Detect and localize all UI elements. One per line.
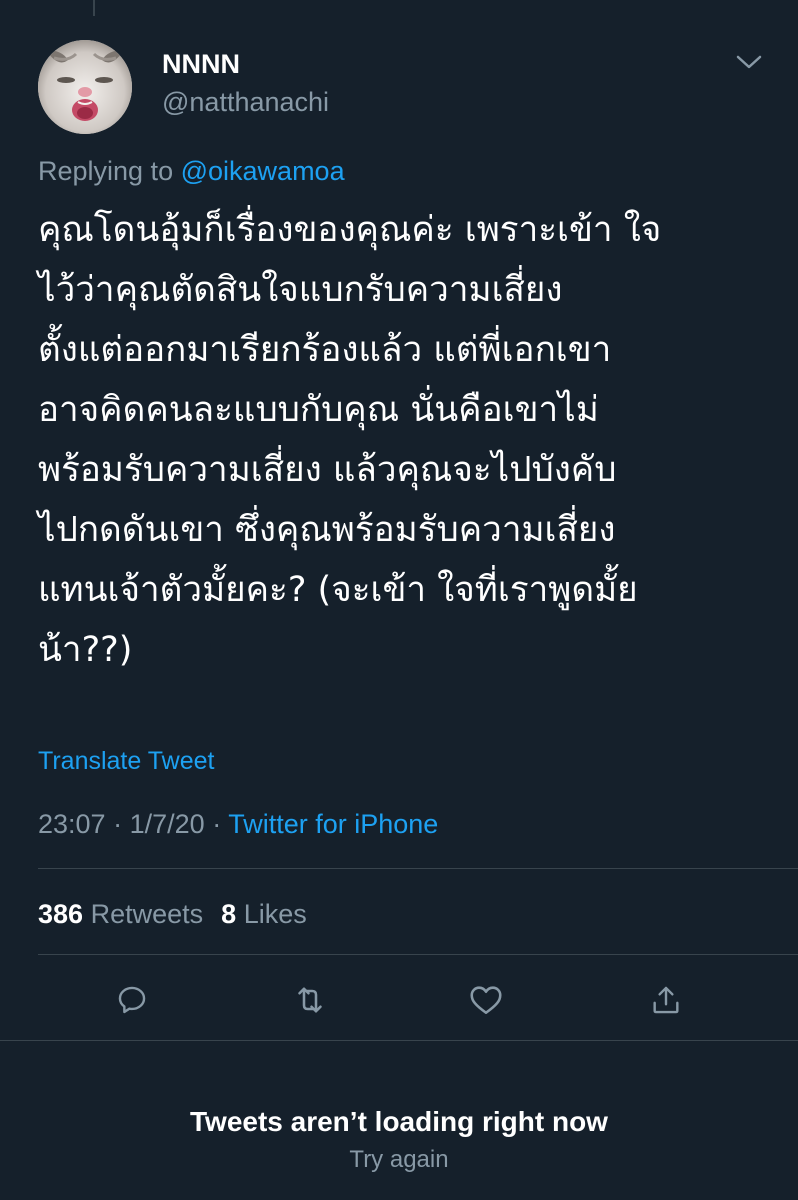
tweet-time: 23:07 <box>38 809 106 839</box>
retweets-label: Retweets <box>90 899 204 929</box>
avatar-kitten-image <box>38 40 132 134</box>
tweet-source-link[interactable]: Twitter for iPhone <box>228 809 438 839</box>
divider <box>38 868 798 869</box>
author-handle[interactable]: @natthanachi <box>162 86 329 118</box>
divider <box>38 954 798 955</box>
meta-separator: · <box>113 809 123 839</box>
retweet-button[interactable] <box>288 978 332 1022</box>
chevron-down-icon <box>736 55 762 69</box>
more-options-button[interactable] <box>734 52 764 72</box>
reply-icon <box>118 986 146 1014</box>
retweets-stat[interactable]: 386 Retweets <box>38 899 203 929</box>
thread-connector-line <box>93 0 95 16</box>
meta-separator: · <box>212 809 222 839</box>
divider <box>0 1040 798 1041</box>
reply-button[interactable] <box>110 978 154 1022</box>
try-again-container: Try again <box>0 1144 798 1176</box>
retweet-icon <box>298 987 322 1013</box>
engagement-stats: 386 Retweets 8 Likes <box>38 896 307 932</box>
likes-stat[interactable]: 8 Likes <box>221 899 307 929</box>
like-icon <box>470 986 502 1015</box>
likes-count: 8 <box>221 899 237 929</box>
like-button[interactable] <box>464 978 508 1022</box>
tweet-metadata: 23:07 · 1/7/20 · Twitter for iPhone <box>38 806 438 842</box>
loading-error-message: Tweets aren’t loading right now <box>190 1106 608 1137</box>
likes-label: Likes <box>243 899 307 929</box>
share-button[interactable] <box>644 978 688 1022</box>
translate-tweet-link[interactable]: Translate Tweet <box>38 745 214 777</box>
reply-mention-link[interactable]: @oikawamoa <box>181 156 345 186</box>
tweet-text: คุณโดนอุ้มก็เรื่องของคุณค่ะ เพราะเข้า ใจ… <box>38 210 662 670</box>
retweets-count: 386 <box>38 899 84 929</box>
author-display-name[interactable]: NNNN <box>162 48 240 80</box>
reply-context: Replying to @oikawamoa <box>38 154 345 188</box>
avatar[interactable] <box>38 40 132 134</box>
tweet-date: 1/7/20 <box>129 809 205 839</box>
try-again-button[interactable]: Try again <box>349 1146 448 1173</box>
share-icon <box>653 986 679 1014</box>
reply-prefix: Replying to <box>38 156 174 186</box>
